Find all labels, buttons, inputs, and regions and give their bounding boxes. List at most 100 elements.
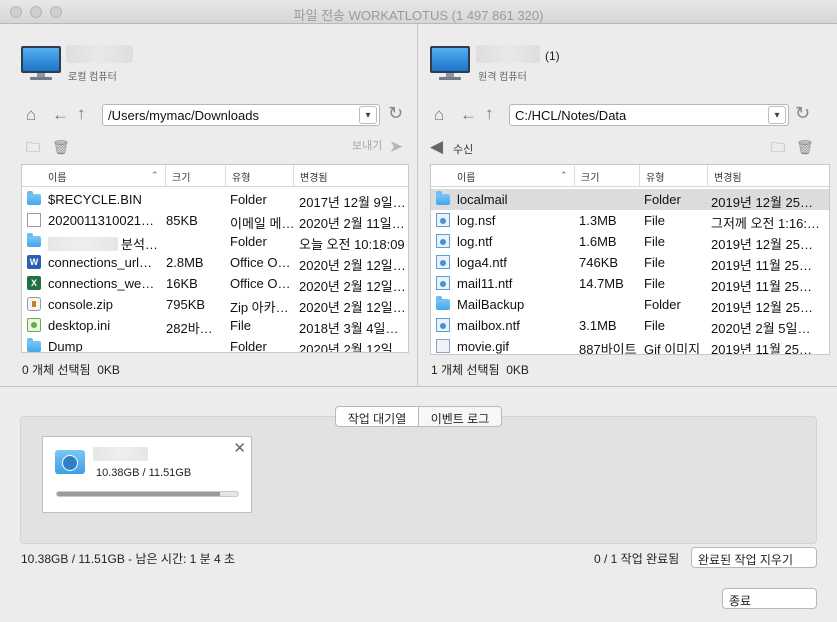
back-arrow-icon[interactable]: ← (52, 106, 69, 123)
table-row[interactable]: mail11.ntf 14.7MB File 2019년 11월 25… (431, 273, 829, 294)
quit-button[interactable]: 종료 (722, 588, 817, 609)
cell-modified: 2019년 12월 25… (711, 195, 813, 210)
job-name-redacted (93, 447, 148, 461)
column-size[interactable]: 크기 (165, 165, 225, 187)
send-arrow-icon[interactable]: ➤ (389, 138, 403, 155)
local-path-dropdown-icon[interactable]: ▾ (359, 106, 377, 124)
local-selection-status: 0 개체 선택됨 0KB (22, 363, 120, 377)
cell-modified: 2017년 12월 9일… (299, 195, 406, 210)
cell-name: console.zip (48, 297, 114, 312)
tab-event-log[interactable]: 이벤트 로그 (418, 406, 502, 427)
table-row[interactable]: movie.gif 887바이트 Gif 이미지 2019년 11월 25… (431, 336, 829, 355)
back-arrow-icon[interactable]: ← (460, 106, 477, 123)
close-icon[interactable]: ✕ (233, 439, 246, 457)
cell-size: 1.3MB (579, 213, 617, 228)
cell-size (166, 336, 224, 352)
cell-modified: 2020년 2월 12일… (299, 342, 406, 353)
cell-size (579, 294, 639, 315)
list-header: 이름 ⌃ 크기 유형 변경됨 (431, 165, 829, 187)
remote-selection-status: 1 개체 선택됨 0KB (431, 363, 529, 377)
column-modified[interactable]: 변경됨 (293, 165, 408, 187)
column-name[interactable]: 이름 (431, 165, 574, 187)
local-host-name-redacted (66, 45, 133, 63)
up-arrow-icon[interactable]: ↑ (77, 105, 86, 122)
remote-file-list[interactable]: 이름 ⌃ 크기 유형 변경됨 localmail Folder 2019년 12월 … (430, 164, 830, 355)
home-icon[interactable]: ⌂ (26, 106, 36, 123)
cell-size: 85KB (166, 213, 198, 228)
table-row[interactable]: log.nsf 1.3MB File 그저께 오전 1:16:… (431, 210, 829, 231)
table-row[interactable]: log.ntf 1.6MB File 2019년 12월 25… (431, 231, 829, 252)
remote-path-dropdown-icon[interactable]: ▾ (768, 106, 786, 124)
pane-divider[interactable] (0, 386, 837, 387)
send-button[interactable]: 보내기 (352, 137, 382, 153)
remote-host-name-redacted (476, 45, 540, 63)
remote-path-field[interactable]: C:/HCL/Notes/Data (509, 104, 789, 126)
column-type[interactable]: 유형 (639, 165, 707, 187)
cell-size: 3.1MB (579, 318, 617, 333)
cell-modified: 2019년 12월 25… (711, 300, 813, 315)
table-row[interactable]: MailBackup Folder 2019년 12월 25… (431, 294, 829, 315)
column-name[interactable]: 이름 (22, 165, 165, 187)
cell-size (579, 189, 639, 210)
new-folder-icon[interactable]: 🗀 (26, 140, 40, 154)
local-host-type: 로컬 컴퓨터 (68, 72, 117, 83)
cell-type: File (230, 318, 251, 333)
cell-modified: 그저께 오전 1:16:… (711, 216, 820, 231)
local-pane: 로컬 컴퓨터 ⌂ ← ↑ /Users/mymac/Downloads ▾ ↻ … (0, 24, 418, 386)
cell-size: 14.7MB (579, 276, 624, 291)
local-file-list[interactable]: 이름 ⌃ 크기 유형 변경됨 $RECYCLE.BIN Folder 2017년 1… (21, 164, 409, 353)
cell-size (166, 189, 224, 210)
trash-icon[interactable]: 🗑 (796, 140, 814, 154)
cell-type: Folder (644, 192, 681, 207)
cell-name: mailbox.ntf (457, 318, 520, 333)
cell-type: File (644, 213, 665, 228)
table-row[interactable]: Wconnections_url… 2.8MB Office O… 2020년 2월 … (22, 252, 408, 273)
cell-type: Folder (230, 234, 267, 249)
local-path-field[interactable]: /Users/mymac/Downloads (102, 104, 380, 126)
tab-job-queue[interactable]: 작업 대기열 (335, 406, 419, 427)
table-row[interactable]: 2020011310021… 85KB 이메일 메… 2020년 2월 11일… (22, 210, 408, 231)
cell-name: $RECYCLE.BIN (48, 192, 142, 207)
table-row[interactable]: desktop.ini 282바… File 2018년 3월 4일… (22, 315, 408, 336)
table-row[interactable]: loga4.ntf 746KB File 2019년 11월 25… (431, 252, 829, 273)
table-row[interactable]: Dump Folder 2020년 2월 12일… (22, 336, 408, 353)
column-type[interactable]: 유형 (225, 165, 293, 187)
cell-size: 1.6MB (579, 234, 617, 249)
table-row[interactable]: $RECYCLE.BIN Folder 2017년 12월 9일… (22, 189, 408, 210)
total-transfer-status: 10.38GB / 11.51GB - 남은 시간: 1 분 4 초 (21, 552, 236, 566)
zip-archive-icon (27, 297, 41, 311)
table-row[interactable]: mailbox.ntf 3.1MB File 2020년 2월 5일… (431, 315, 829, 336)
table-row[interactable]: Xconnections_we… 16KB Office O… 2020년 2월 12… (22, 273, 408, 294)
cell-type: Gif 이미지 (644, 342, 701, 355)
receive-button[interactable]: 수신 (453, 141, 473, 157)
cell-name: loga4.ntf (457, 255, 507, 270)
new-folder-icon[interactable]: 🗀 (771, 140, 785, 154)
refresh-icon[interactable]: ↻ (795, 104, 810, 122)
refresh-icon[interactable]: ↻ (388, 104, 403, 122)
clear-completed-button[interactable]: 완료된 작업 지우기 (691, 547, 817, 568)
cell-name: log.ntf (457, 234, 493, 249)
receive-arrow-icon[interactable]: ◀ (430, 138, 443, 155)
remote-connection-count: (1) (545, 49, 560, 63)
table-row[interactable]: console.zip 795KB Zip 아카… 2020년 2월 12일… (22, 294, 408, 315)
cell-size: 746KB (579, 255, 619, 270)
file-icon (436, 213, 450, 227)
up-arrow-icon[interactable]: ↑ (485, 105, 494, 122)
cell-size (166, 231, 224, 252)
table-row[interactable]: 분석… Folder 오늘 오전 10:18:09 (22, 231, 408, 252)
cell-modified: 2018년 3월 4일… (299, 321, 399, 336)
table-row[interactable]: localmail Folder 2019년 12월 25… (431, 189, 829, 210)
home-icon[interactable]: ⌂ (434, 106, 444, 123)
cell-type: Office O… (230, 276, 291, 291)
title-bar: 파일 전송 WORKATLOTUS (1 497 861 320) (0, 0, 837, 24)
trash-icon[interactable]: 🗑 (52, 140, 70, 154)
column-size[interactable]: 크기 (574, 165, 639, 187)
file-name-suffix: 분석… (121, 237, 158, 252)
transfer-job-card[interactable]: 10.38GB / 11.51GB ✕ (42, 436, 252, 513)
cell-modified: 2019년 11월 25… (711, 279, 813, 294)
cell-name: 2020011310021… (48, 213, 155, 228)
cell-size: 887바이트 (579, 342, 637, 355)
cell-modified: 2019년 11월 25… (711, 342, 813, 355)
cell-modified: 2020년 2월 12일… (299, 258, 406, 273)
column-modified[interactable]: 변경됨 (707, 165, 829, 187)
